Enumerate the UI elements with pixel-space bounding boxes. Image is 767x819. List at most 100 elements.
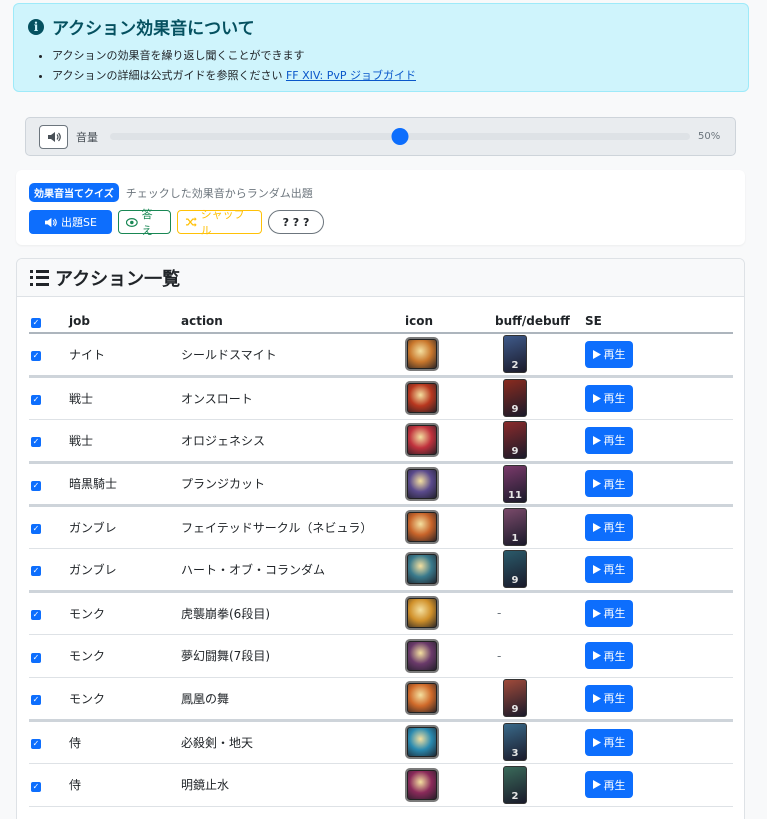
- buff-icon: 9: [503, 379, 527, 417]
- play-label: 再生: [603, 348, 626, 362]
- play-label: 再生: [603, 392, 626, 405]
- volume-slider-thumb[interactable]: [391, 128, 409, 145]
- column-header-se: SE: [585, 309, 733, 334]
- action-icon: [405, 510, 439, 544]
- job-cell: 侍: [69, 720, 181, 764]
- table-row: ✓ ガンブレ フェイテッドサークル（ネビュラ） 1 再生: [29, 505, 733, 549]
- row-checkbox-cell: ✓: [29, 677, 69, 722]
- row-checkbox[interactable]: ✓: [31, 524, 41, 534]
- job-cell: 暗黒騎士: [69, 462, 181, 507]
- buff-stack-count: 9: [511, 404, 519, 415]
- job-cell: モンク: [69, 677, 181, 722]
- buff-cell: 3: [495, 720, 585, 764]
- buff-cell: 2: [495, 763, 585, 807]
- volume-slider[interactable]: [110, 128, 690, 145]
- se-cell: 再生: [585, 333, 733, 378]
- quiz-header: 効果音当てクイズ チェックした効果音からランダム出題: [29, 183, 732, 202]
- play-button[interactable]: 再生: [585, 426, 633, 454]
- play-label: 再生: [603, 649, 626, 663]
- play-label: 再生: [603, 521, 626, 534]
- buff-stack-count: 3: [511, 748, 519, 759]
- play-icon: [592, 479, 601, 488]
- play-icon: [592, 522, 601, 532]
- se-cell: 再生: [585, 376, 733, 420]
- row-checkbox-cell: ✓: [29, 376, 69, 420]
- play-button[interactable]: 再生: [585, 728, 633, 756]
- row-checkbox[interactable]: ✓: [31, 351, 41, 362]
- row-checkbox[interactable]: ✓: [31, 480, 41, 491]
- play-button[interactable]: 再生: [585, 642, 633, 669]
- speaker-icon: [45, 217, 57, 227]
- row-checkbox[interactable]: ✓: [31, 610, 41, 620]
- icon-cell: [405, 505, 495, 549]
- icon-cell: [405, 677, 495, 722]
- play-button[interactable]: 再生: [585, 384, 633, 412]
- play-icon: [592, 651, 601, 660]
- action-icon: [405, 767, 439, 802]
- play-button[interactable]: 再生: [585, 470, 633, 497]
- row-checkbox[interactable]: ✓: [31, 652, 41, 663]
- job-cell: 戦士: [69, 419, 181, 464]
- icon-cell: [405, 376, 495, 420]
- action-icon: [405, 381, 439, 415]
- play-button[interactable]: 再生: [585, 340, 633, 368]
- mute-button[interactable]: [39, 124, 68, 149]
- info-list: アクションの効果音を繰り返し聞くことができます アクションの詳細は公式ガイドを参…: [28, 47, 734, 83]
- buff-cell: -: [495, 634, 585, 678]
- mystery-button[interactable]: ? ? ?: [268, 210, 324, 234]
- guide-link[interactable]: FF XIV: PvP ジョブガイド: [286, 69, 416, 82]
- buff-cell: 9: [495, 548, 585, 593]
- se-cell: 再生: [585, 634, 733, 678]
- play-button[interactable]: 再生: [585, 513, 633, 541]
- row-checkbox[interactable]: ✓: [31, 437, 41, 447]
- job-cell: ガンブレ: [69, 505, 181, 549]
- table-row: ✓ モンク 夢幻闘舞(7段目) - 再生: [29, 634, 733, 678]
- action-cell: フェイテッドサークル（ネビュラ）: [181, 505, 405, 549]
- buff-icon: 2: [503, 765, 527, 804]
- action-list-header: アクション一覧: [17, 259, 744, 297]
- row-checkbox[interactable]: ✓: [31, 695, 41, 705]
- shuffle-label: シャッフル: [200, 208, 245, 237]
- buff-stack-count: 11: [508, 489, 522, 501]
- select-all-checkbox[interactable]: ✓: [31, 317, 41, 328]
- buff-icon: 2: [503, 335, 527, 374]
- shuffle-icon: [185, 217, 197, 227]
- row-checkbox[interactable]: ✓: [31, 566, 41, 576]
- play-button[interactable]: 再生: [585, 555, 633, 583]
- play-button[interactable]: 再生: [585, 599, 633, 627]
- row-checkbox-cell: ✓: [29, 548, 69, 593]
- action-icon: [405, 466, 439, 501]
- speaker-icon: [47, 131, 61, 142]
- row-checkbox[interactable]: ✓: [31, 395, 41, 405]
- column-header-job: job: [69, 309, 181, 334]
- buff-cell: -: [495, 591, 585, 635]
- shuffle-button[interactable]: シャッフル: [177, 208, 262, 237]
- action-cell: オンスロート: [181, 376, 405, 420]
- play-button[interactable]: 再生: [585, 684, 633, 712]
- buff-none: -: [497, 606, 502, 620]
- table-row: ✓ モンク 虎襲崩拳(6段目) - 再生: [29, 591, 733, 635]
- quiz-badge: 効果音当てクイズ: [29, 183, 119, 202]
- action-icon: [405, 725, 439, 759]
- buff-none: -: [497, 648, 502, 663]
- action-icon: [405, 423, 439, 457]
- action-icon: [405, 681, 439, 715]
- job-cell: モンク: [69, 634, 181, 678]
- row-checkbox[interactable]: ✓: [31, 739, 41, 749]
- buff-cell: 9: [495, 376, 585, 420]
- row-checkbox[interactable]: ✓: [31, 781, 41, 792]
- answer-button[interactable]: 答え: [118, 208, 171, 237]
- buff-icon: 3: [503, 723, 527, 761]
- buff-icon: 11: [503, 464, 527, 503]
- se-cell: 再生: [585, 548, 733, 593]
- column-header-icon: icon: [405, 309, 495, 334]
- play-label: 再生: [603, 434, 626, 447]
- se-cell: 再生: [585, 763, 733, 807]
- action-icon: [405, 552, 439, 586]
- info-item: アクションの詳細は公式ガイドを参照ください FF XIV: PvP ジョブガイド: [52, 67, 734, 83]
- quiz-play-button[interactable]: 出題SE: [29, 210, 112, 234]
- se-cell: 再生: [585, 591, 733, 635]
- row-checkbox-cell: ✓: [29, 591, 69, 635]
- play-button[interactable]: 再生: [585, 771, 633, 798]
- action-cell: 夢幻闘舞(7段目): [181, 634, 405, 678]
